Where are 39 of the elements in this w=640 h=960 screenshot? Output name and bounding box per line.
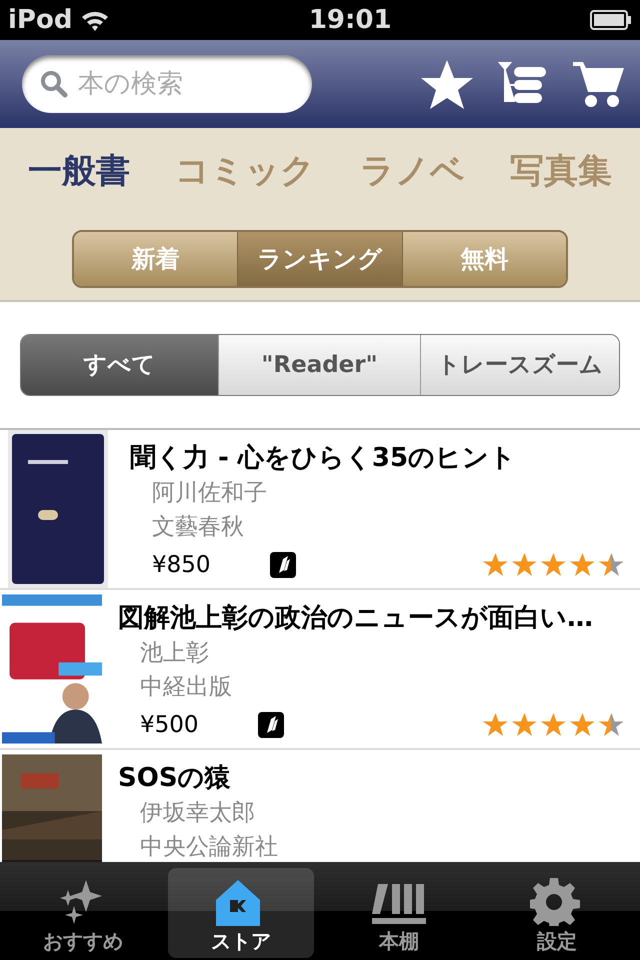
star-icon bbox=[570, 553, 595, 578]
book-price: ¥850 bbox=[152, 551, 212, 580]
search-field[interactable]: 本の検索 bbox=[22, 55, 312, 113]
feather-icon bbox=[270, 552, 296, 578]
book-publisher: 中経出版 bbox=[139, 673, 233, 702]
clock-label: 19:01 bbox=[308, 4, 392, 36]
star-icon bbox=[599, 553, 624, 578]
category-tab[interactable]: 一般書 bbox=[24, 146, 134, 196]
book-publisher: 中央公論新社 bbox=[139, 833, 279, 862]
star-icon[interactable] bbox=[420, 58, 474, 110]
star-icon bbox=[570, 713, 595, 738]
star-icon bbox=[483, 713, 508, 738]
book-title[interactable]: 図解池上彰の政治のニュースが面白い… bbox=[118, 600, 624, 636]
book-title[interactable]: 聞く力 - 心をひらく35のヒント bbox=[130, 440, 624, 476]
battery-icon bbox=[590, 10, 632, 30]
search-icon bbox=[40, 70, 68, 98]
tab-bar-item[interactable]: おすすめ bbox=[10, 868, 156, 958]
sort-segment[interactable]: ランキング bbox=[237, 232, 402, 286]
book-publisher: 文藝春秋 bbox=[151, 513, 245, 542]
book-author: 池上彰 bbox=[139, 639, 210, 668]
tab-bar-item[interactable]: ストア bbox=[168, 868, 314, 958]
star-icon bbox=[599, 713, 624, 738]
star-icon bbox=[512, 553, 537, 578]
cart-icon[interactable] bbox=[572, 60, 626, 108]
star-icon bbox=[541, 553, 566, 578]
book-title[interactable]: SOSの猿 bbox=[118, 760, 624, 796]
tab-bar-item[interactable]: 設定 bbox=[484, 868, 630, 958]
filter-segment[interactable]: すべて bbox=[21, 335, 218, 395]
star-icon bbox=[512, 713, 537, 738]
book-author: 阿川佐和子 bbox=[151, 479, 268, 508]
star-icon bbox=[483, 553, 508, 578]
filter-segment[interactable]: トレースズーム bbox=[420, 335, 619, 395]
star-icon bbox=[541, 713, 566, 738]
filter-segment[interactable]: "Reader" bbox=[218, 335, 420, 395]
carrier-label: iPod bbox=[8, 4, 72, 36]
feather-icon bbox=[258, 712, 284, 738]
book-price: ¥500 bbox=[140, 711, 200, 740]
tab-bar-item[interactable]: 本棚 bbox=[326, 868, 472, 958]
book-author: 伊坂幸太郎 bbox=[139, 799, 256, 828]
